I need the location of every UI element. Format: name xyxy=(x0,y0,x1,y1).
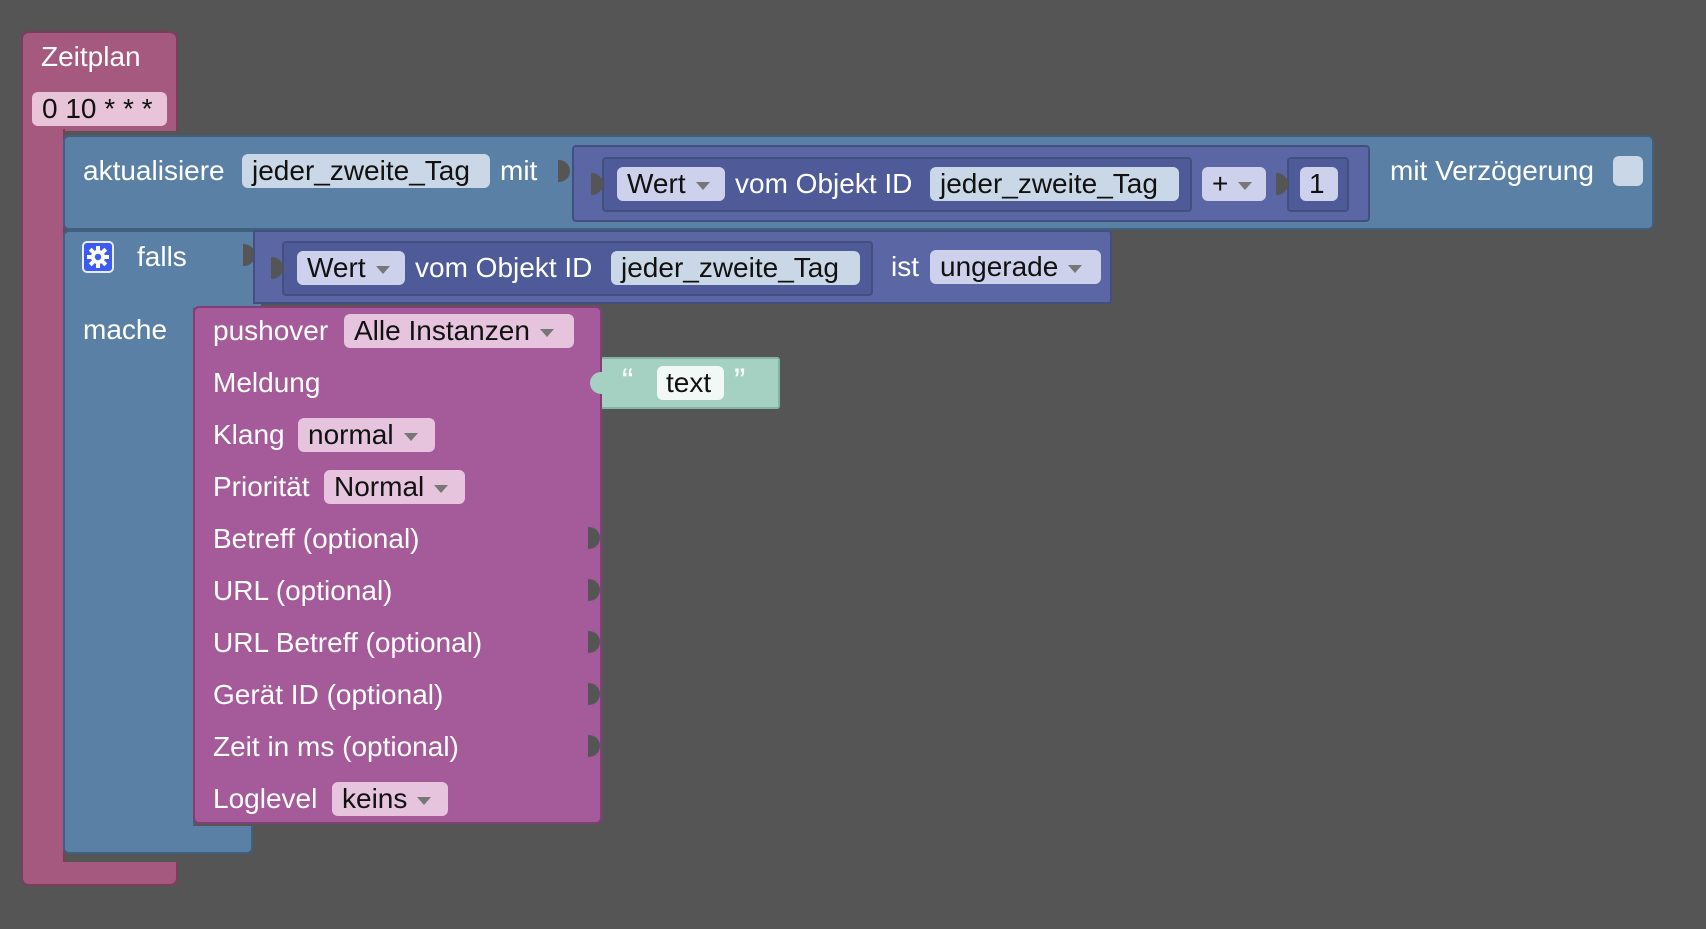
instance-dropdown[interactable]: Alle Instanzen xyxy=(344,314,574,348)
update-label: aktualisiere xyxy=(83,155,225,186)
object-id-field[interactable]: jeder_zweite_Tag xyxy=(930,167,1179,201)
loglevel-dropdown[interactable]: keins xyxy=(332,782,448,816)
schedule-block-footer xyxy=(21,862,178,886)
condition-check-text: ungerade xyxy=(940,251,1059,282)
url-subject-label: URL Betreff (optional) xyxy=(213,627,483,658)
time-label: Zeit in ms (optional) xyxy=(213,731,459,762)
if-block-footer xyxy=(63,826,253,854)
priority-text: Normal xyxy=(334,471,425,502)
cron-input[interactable]: 0 10 * * * xyxy=(32,92,167,126)
condition-object-id-field[interactable]: jeder_zweite_Tag xyxy=(611,251,860,285)
gear-glyph xyxy=(87,246,109,268)
loglevel-label: Loglevel xyxy=(213,783,318,814)
value-type-text: Wert xyxy=(627,168,686,199)
object-id-label: vom Objekt ID xyxy=(735,168,913,199)
chevron-down-icon xyxy=(434,484,449,493)
number-field[interactable]: 1 xyxy=(1300,167,1338,201)
chevron-down-icon xyxy=(403,432,418,441)
loglevel-text: keins xyxy=(342,783,408,814)
priority-label: Priorität xyxy=(213,471,310,502)
condition-object-id-label: vom Objekt ID xyxy=(415,252,593,283)
condition-check-dropdown[interactable]: ungerade xyxy=(930,250,1101,284)
chevron-down-icon xyxy=(539,328,554,337)
update-variable-dropdown[interactable]: jeder_zweite_Tag xyxy=(242,154,490,188)
schedule-label: Zeitplan xyxy=(41,41,141,72)
chevron-down-icon xyxy=(695,181,710,190)
message-label: Meldung xyxy=(213,367,321,398)
close-quote-icon: ” xyxy=(734,362,746,400)
do-label: mache xyxy=(83,314,168,345)
sound-label: Klang xyxy=(213,419,285,450)
value-type-dropdown[interactable]: Wert xyxy=(617,167,725,201)
condition-is-label: ist xyxy=(891,251,919,282)
if-block-body xyxy=(63,308,195,830)
pushover-label: pushover xyxy=(213,315,329,346)
open-quote-icon: “ xyxy=(622,362,634,400)
if-label: falls xyxy=(137,241,187,272)
instance-text: Alle Instanzen xyxy=(354,315,530,346)
operator-dropdown[interactable]: + xyxy=(1202,167,1266,201)
operator-text: + xyxy=(1212,168,1229,199)
chevron-down-icon xyxy=(375,265,390,274)
update-with-label: mit xyxy=(500,155,538,186)
delay-checkbox[interactable] xyxy=(1613,156,1643,186)
text-value-field[interactable]: text xyxy=(657,366,724,400)
priority-dropdown[interactable]: Normal xyxy=(324,470,465,504)
gear-icon[interactable] xyxy=(82,241,114,273)
chevron-down-icon xyxy=(1238,181,1253,190)
chevron-down-icon xyxy=(1068,264,1083,273)
schedule-block-spine xyxy=(21,129,65,867)
condition-value-type-text: Wert xyxy=(307,252,366,283)
sound-text: normal xyxy=(308,419,394,450)
sound-dropdown[interactable]: normal xyxy=(298,418,435,452)
device-label: Gerät ID (optional) xyxy=(213,679,444,710)
chevron-down-icon xyxy=(417,796,432,805)
url-label: URL (optional) xyxy=(213,575,393,606)
delay-label: mit Verzögerung xyxy=(1390,155,1594,186)
condition-value-type-dropdown[interactable]: Wert xyxy=(297,251,405,285)
subject-label: Betreff (optional) xyxy=(213,523,420,554)
